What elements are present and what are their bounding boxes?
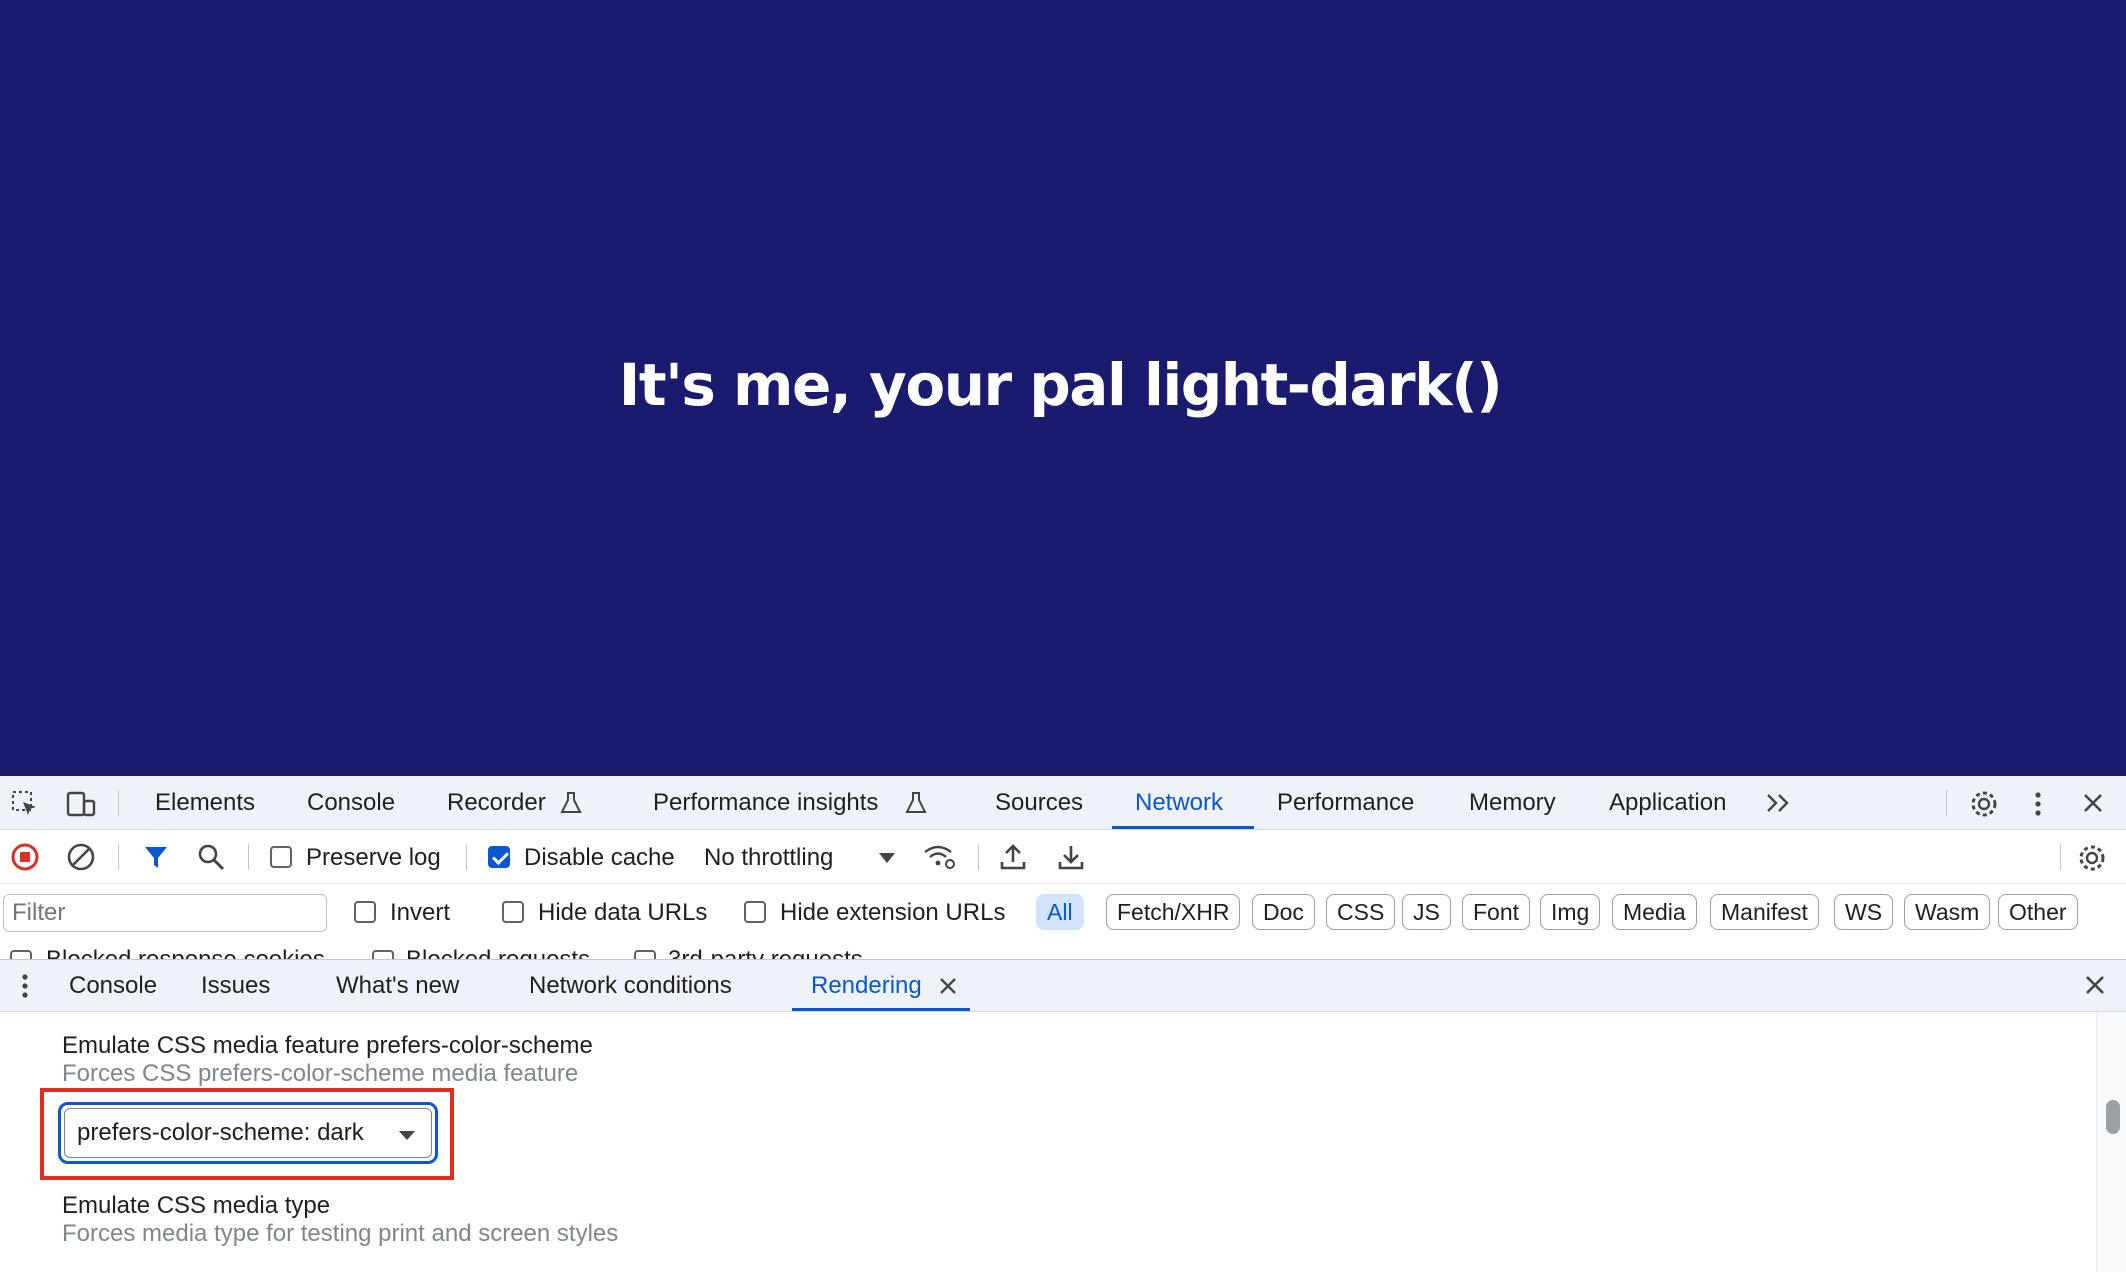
active-drawer-tab-indicator (792, 1008, 970, 1011)
tab-network[interactable]: Network (1135, 776, 1223, 830)
color-scheme-select-value: prefers-color-scheme: dark (77, 1119, 364, 1146)
third-party-requests-label: 3rd-party requests (668, 946, 863, 960)
color-scheme-select[interactable]: prefers-color-scheme: dark (58, 1102, 438, 1164)
experimental-flask-icon (903, 790, 929, 816)
separator (118, 844, 119, 870)
rendering-panel: Emulate CSS media feature prefers-color-… (0, 1012, 2126, 1272)
drawer-kebab-menu-icon[interactable] (14, 970, 36, 1002)
close-drawer-icon[interactable] (2080, 970, 2110, 1000)
gear-icon[interactable] (1968, 788, 2000, 820)
hide-extension-urls-label: Hide extension URLs (780, 899, 1006, 926)
more-tabs-chevron-icon[interactable] (1764, 790, 1794, 816)
experimental-flask-icon (558, 790, 584, 816)
blocked-requests-label: Blocked requests (406, 946, 591, 960)
media-type-subtitle: Forces media type for testing print and … (62, 1220, 619, 1247)
drawer-tab-console[interactable]: Console (69, 960, 157, 1012)
third-party-requests-checkbox[interactable] (634, 950, 656, 959)
filter-type-ws[interactable]: WS (1834, 894, 1894, 930)
tab-recorder[interactable]: Recorder (447, 776, 546, 830)
filter-type-wasm[interactable]: Wasm (1904, 894, 1991, 930)
preserve-log-checkbox[interactable] (270, 846, 292, 868)
color-scheme-subtitle: Forces CSS prefers-color-scheme media fe… (62, 1060, 579, 1087)
filter-type-css[interactable]: CSS (1326, 894, 1396, 930)
page-heading: It's me, your pal light-dark() (618, 351, 1503, 419)
hide-data-urls-label: Hide data URLs (538, 899, 708, 926)
close-rendering-tab-icon[interactable] (936, 974, 960, 998)
filter-type-img[interactable]: Img (1540, 894, 1601, 930)
tab-performance[interactable]: Performance (1277, 776, 1414, 830)
tab-performance-insights[interactable]: Performance insights (653, 776, 878, 830)
color-scheme-title: Emulate CSS media feature prefers-color-… (62, 1032, 593, 1059)
network-conditions-wifi-icon[interactable] (922, 842, 958, 872)
drawer-tab-issues[interactable]: Issues (201, 960, 270, 1012)
disable-cache-label: Disable cache (524, 844, 675, 871)
clear-icon[interactable] (66, 842, 96, 872)
device-toolbar-icon[interactable] (64, 789, 98, 819)
separator (118, 790, 119, 816)
drawer-tab-whats-new[interactable]: What's new (336, 960, 459, 1012)
chevron-down-icon[interactable] (876, 846, 898, 868)
filter-type-font[interactable]: Font (1462, 894, 1531, 930)
search-icon[interactable] (196, 842, 226, 872)
blocked-response-cookies-label: Blocked response cookies (46, 946, 325, 960)
inspect-element-icon[interactable] (10, 789, 40, 819)
network-filter-bar: Invert Hide data URLs Hide extension URL… (0, 884, 2126, 940)
disable-cache-checkbox[interactable] (488, 846, 510, 868)
filter-overflow-row: Blocked response cookies Blocked request… (0, 940, 2126, 960)
devtools-main-tabbar: Elements Console Recorder Performance in… (0, 776, 2126, 830)
throttling-select[interactable]: No throttling (704, 844, 833, 872)
filter-type-other[interactable]: Other (1998, 894, 2078, 930)
media-type-title: Emulate CSS media type (62, 1192, 331, 1219)
separator (248, 844, 249, 870)
devtools-panel: Elements Console Recorder Performance in… (0, 776, 2126, 1272)
hide-data-urls-checkbox[interactable] (502, 901, 524, 923)
preserve-log-label: Preserve log (306, 844, 441, 871)
page-viewport: It's me, your pal light-dark() (0, 0, 2126, 776)
drawer-tab-rendering[interactable]: Rendering (811, 960, 922, 1012)
separator (466, 844, 467, 870)
tab-memory[interactable]: Memory (1469, 776, 1556, 830)
rendering-scrollbar-thumb[interactable] (2106, 1100, 2120, 1134)
filter-input[interactable] (3, 894, 327, 932)
filter-funnel-icon[interactable] (142, 842, 170, 872)
filter-type-media[interactable]: Media (1612, 894, 1697, 930)
blocked-requests-checkbox[interactable] (372, 950, 394, 959)
tab-sources[interactable]: Sources (995, 776, 1083, 830)
record-stop-icon[interactable] (10, 842, 40, 872)
filter-type-manifest[interactable]: Manifest (1710, 894, 1819, 930)
invert-label: Invert (390, 899, 451, 926)
filter-type-js[interactable]: JS (1402, 894, 1451, 930)
network-toolbar: Preserve log Disable cache No throttling (0, 830, 2126, 884)
separator (2060, 844, 2061, 870)
active-tab-indicator (1112, 826, 1254, 829)
tab-elements[interactable]: Elements (155, 776, 255, 830)
filter-type-doc[interactable]: Doc (1252, 894, 1315, 930)
upload-icon[interactable] (998, 842, 1028, 872)
separator (1946, 790, 1947, 816)
chevron-down-icon (399, 1131, 415, 1140)
invert-checkbox[interactable] (354, 901, 376, 923)
tab-application[interactable]: Application (1609, 776, 1726, 830)
tab-console[interactable]: Console (307, 776, 395, 830)
hide-extension-urls-checkbox[interactable] (744, 901, 766, 923)
kebab-menu-icon[interactable] (2026, 788, 2050, 820)
drawer-tab-network-conditions[interactable]: Network conditions (529, 960, 732, 1012)
download-icon[interactable] (1056, 842, 1086, 872)
filter-type-all[interactable]: All (1036, 894, 1084, 930)
close-icon[interactable] (2078, 788, 2108, 818)
blocked-response-cookies-checkbox[interactable] (10, 950, 32, 959)
drawer-tabbar: Console Issues What's new Network condit… (0, 960, 2126, 1012)
separator (978, 844, 979, 870)
rendering-scrollbar[interactable] (2096, 1012, 2126, 1272)
filter-type-fetch-xhr[interactable]: Fetch/XHR (1106, 894, 1241, 930)
gear-icon[interactable] (2076, 842, 2108, 874)
